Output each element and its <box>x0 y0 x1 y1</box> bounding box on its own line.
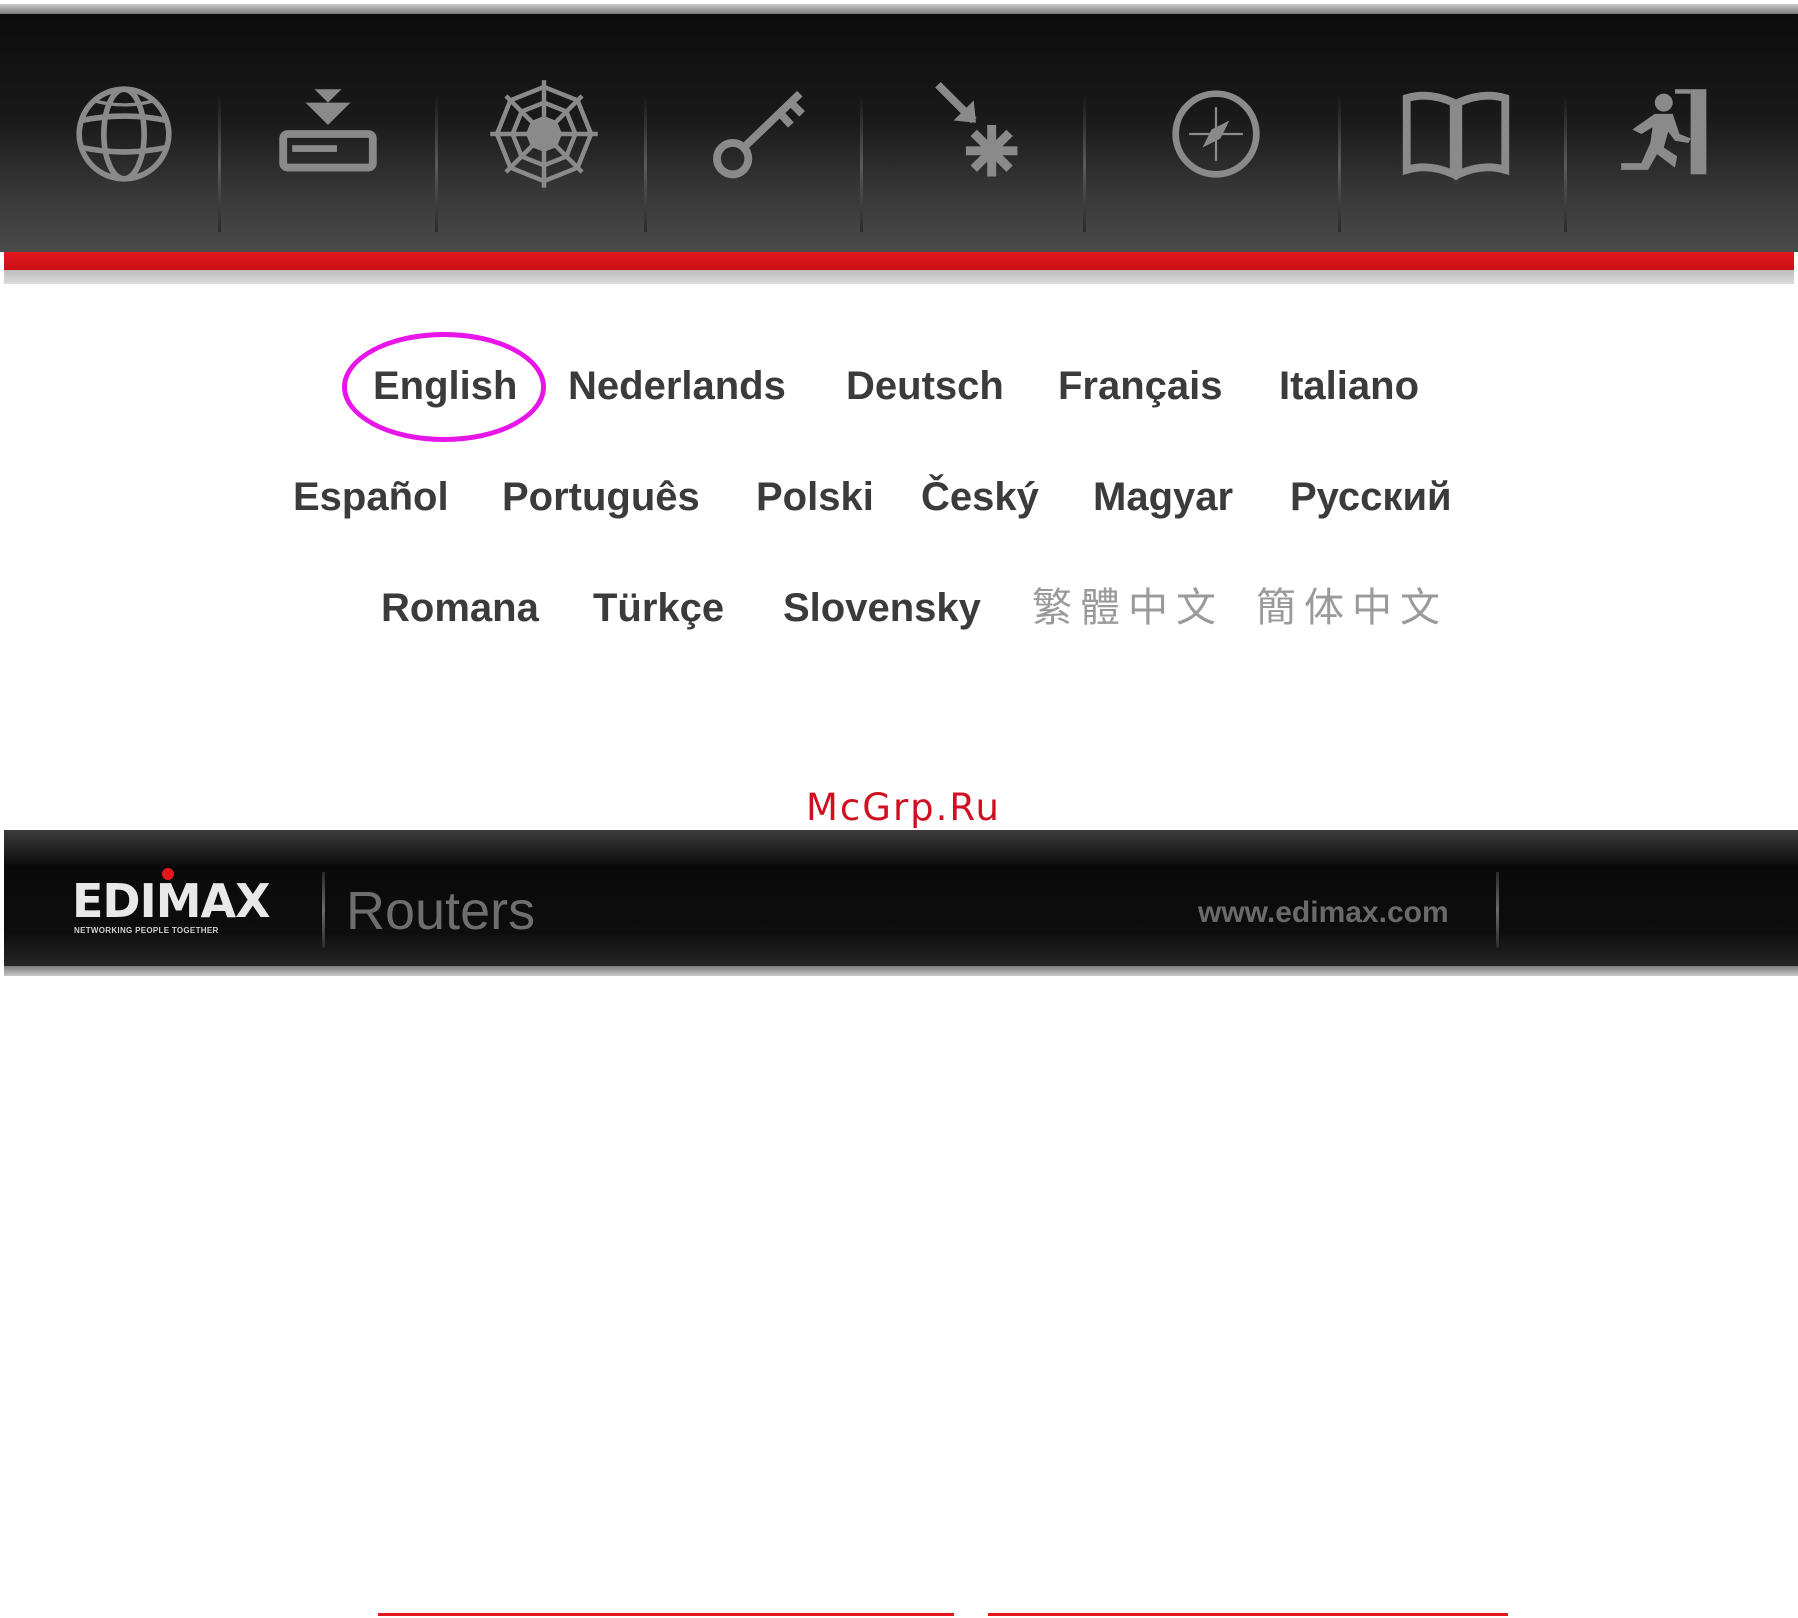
language-turkce[interactable]: Türkçe <box>593 578 724 638</box>
language-cesky[interactable]: Český <box>921 467 1039 527</box>
toolbar-separator <box>1083 98 1086 232</box>
logo-text: EDIMAX <box>72 874 271 928</box>
setup-icon[interactable] <box>920 68 1032 200</box>
footer-border <box>4 966 1798 976</box>
toolbar-separator <box>435 98 438 232</box>
footer-separator <box>1496 872 1499 948</box>
language-simplified-chinese[interactable]: 簡体中文 <box>1256 578 1448 638</box>
language-row: English Nederlands Deutsch Français Ital… <box>0 356 1798 416</box>
toolbar-separator <box>1564 98 1567 232</box>
language-polski[interactable]: Polski <box>756 467 874 527</box>
language-row: Español Português Polski Český Magyar Ру… <box>0 467 1798 527</box>
install-icon[interactable] <box>272 68 384 200</box>
language-slovensky[interactable]: Slovensky <box>783 578 981 638</box>
bottom-rule-left <box>378 1613 954 1616</box>
toolbar-separator <box>644 98 647 232</box>
language-deutsch[interactable]: Deutsch <box>846 356 1004 416</box>
language-russian[interactable]: Русский <box>1290 467 1452 527</box>
accent-bar <box>4 252 1794 270</box>
top-border <box>0 4 1798 14</box>
language-selection: English Nederlands Deutsch Français Ital… <box>0 284 1798 830</box>
app-window: English Nederlands Deutsch Français Ital… <box>0 0 1798 980</box>
key-icon[interactable] <box>708 68 820 200</box>
selected-language-highlight <box>342 332 546 442</box>
compass-icon[interactable] <box>1160 68 1272 200</box>
language-italiano[interactable]: Italiano <box>1279 356 1419 416</box>
toolbar <box>0 14 1798 252</box>
footer-separator <box>322 872 325 948</box>
language-espanol[interactable]: Español <box>293 467 449 527</box>
language-traditional-chinese[interactable]: 繁體中文 <box>1032 578 1224 638</box>
exit-icon[interactable] <box>1610 68 1722 200</box>
product-title: Routers <box>346 881 536 941</box>
language-magyar[interactable]: Magyar <box>1093 467 1233 527</box>
language-francais[interactable]: Français <box>1058 356 1223 416</box>
watermark: McGrp.Ru <box>806 786 1001 829</box>
language-nederlands[interactable]: Nederlands <box>568 356 786 416</box>
manual-icon[interactable] <box>1400 68 1512 200</box>
toolbar-separator <box>218 98 221 232</box>
language-portugues[interactable]: Português <box>502 467 700 527</box>
logo-tagline: NETWORKING PEOPLE TOGETHER <box>74 926 219 935</box>
shadow-bar <box>4 270 1794 284</box>
language-row: Romana Türkçe Slovensky 繁體中文 簡体中文 <box>0 578 1798 638</box>
edimax-logo: EDIMAX NETWORKING PEOPLE TOGETHER <box>72 868 300 938</box>
web-icon[interactable] <box>488 68 600 200</box>
website-link[interactable]: www.edimax.com <box>1198 896 1449 930</box>
language-romana[interactable]: Romana <box>381 578 539 638</box>
toolbar-separator <box>860 98 863 232</box>
toolbar-separator <box>1338 98 1341 232</box>
bottom-rule-right <box>988 1613 1508 1616</box>
globe-icon[interactable] <box>68 68 180 200</box>
